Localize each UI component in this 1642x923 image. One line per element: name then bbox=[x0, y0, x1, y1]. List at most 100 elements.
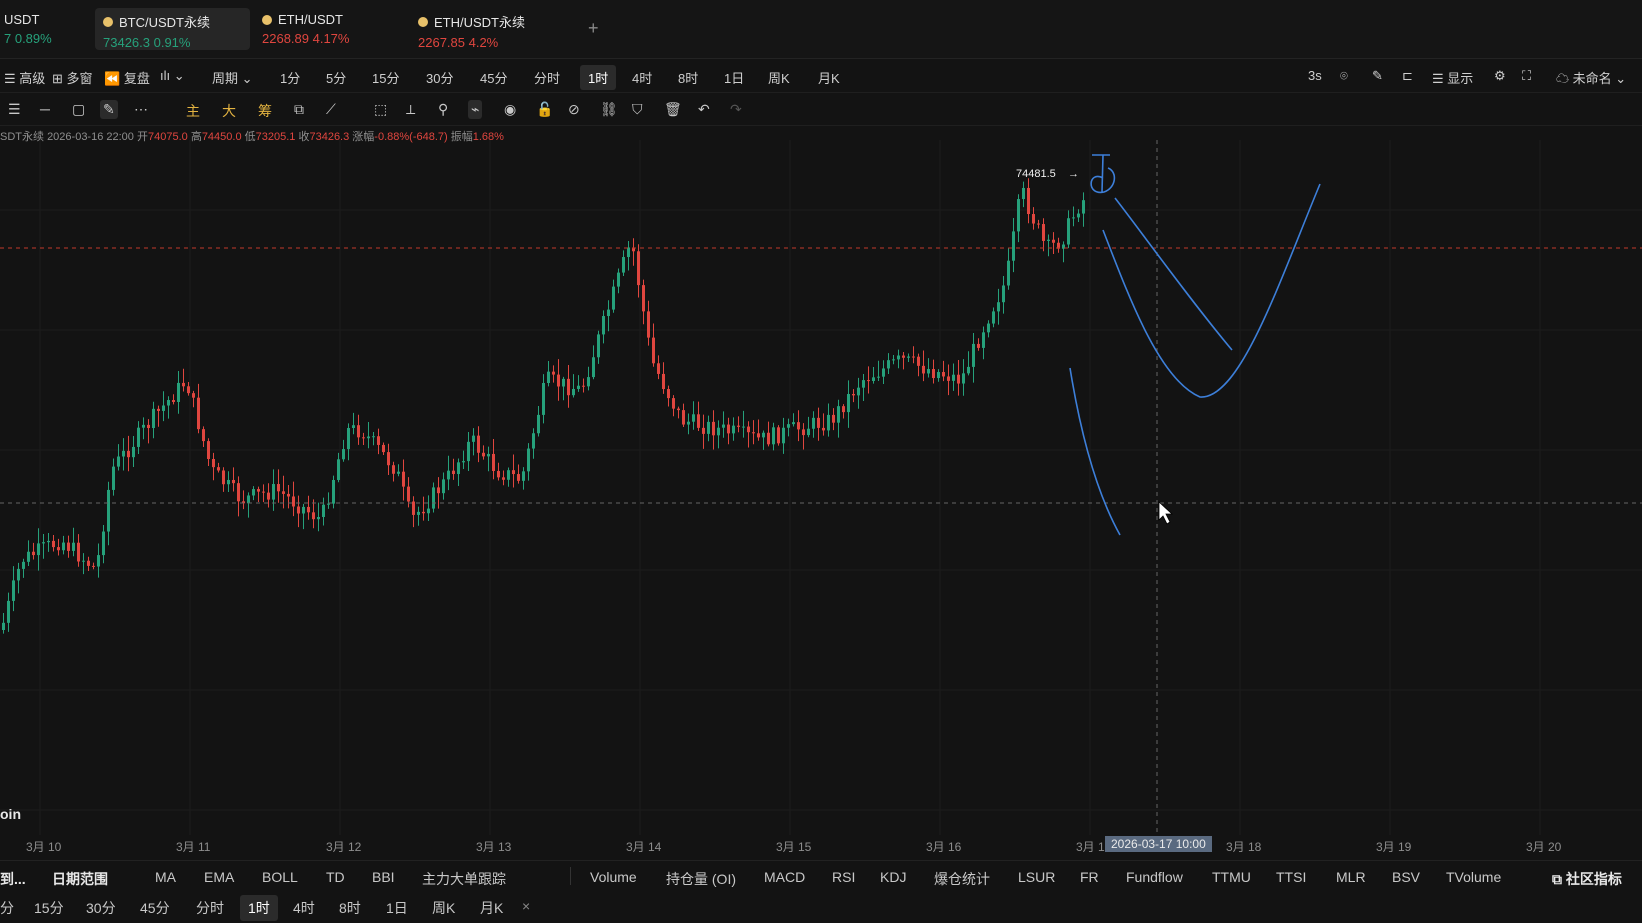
tab-eth-usdt-perp[interactable]: ETH/USDT永续 2267.85 4.2% bbox=[410, 8, 570, 50]
period-45m[interactable]: 45分 bbox=[480, 68, 507, 87]
hide-drawings-icon[interactable]: ⊘ bbox=[568, 101, 580, 118]
indicator-oi[interactable]: 持仓量 (OI) bbox=[666, 869, 736, 889]
indicator-volume[interactable]: Volume bbox=[590, 869, 637, 885]
indicator-lsur[interactable]: LSUR bbox=[1018, 869, 1055, 885]
period-8h[interactable]: 8时 bbox=[678, 68, 698, 87]
candle-body bbox=[787, 424, 790, 428]
bottom-period[interactable]: 8时 bbox=[339, 898, 361, 918]
display-button[interactable]: ☰ 显示 bbox=[1432, 68, 1473, 87]
bottom-period[interactable]: 月K bbox=[480, 898, 503, 918]
period-dropdown[interactable]: 周期 ⌄ bbox=[212, 68, 253, 87]
indicator-left-0[interactable]: 到... bbox=[0, 869, 26, 889]
rectangle-tool-icon[interactable]: ▢ bbox=[72, 101, 85, 118]
period-1m[interactable]: 1分 bbox=[280, 68, 300, 87]
tab-usdt[interactable]: USDT 7 0.89% bbox=[0, 8, 86, 50]
indicator-ema[interactable]: EMA bbox=[204, 869, 234, 885]
candle-body bbox=[757, 433, 760, 438]
bottom-period[interactable]: 15分 bbox=[34, 898, 64, 918]
line-tool-icon[interactable]: ─ bbox=[40, 101, 50, 117]
bottom-period[interactable]: 30分 bbox=[86, 898, 116, 918]
bottom-period[interactable]: 1日 bbox=[386, 898, 408, 918]
camera-icon[interactable]: ⌾ bbox=[1340, 68, 1348, 84]
candlestick-chart[interactable]: 74481.5 → bbox=[0, 140, 1642, 835]
more-icon[interactable]: ⋯ bbox=[134, 101, 148, 118]
ruler-icon[interactable]: ⟂ bbox=[406, 101, 415, 118]
bottom-period[interactable]: 分 bbox=[0, 898, 14, 918]
period-5m[interactable]: 5分 bbox=[326, 68, 346, 87]
measure-icon[interactable]: ⟋ bbox=[326, 101, 336, 118]
undo-icon[interactable]: ↶ bbox=[698, 101, 710, 118]
indicator-tvolume[interactable]: TVolume bbox=[1446, 869, 1501, 885]
indicator-big-order[interactable]: 主力大单跟踪 bbox=[422, 869, 506, 889]
community-indicators-button[interactable]: ⧉ 社区指标 bbox=[1552, 869, 1622, 889]
chart-type-dropdown[interactable]: ılı ⌄ bbox=[160, 68, 185, 84]
candle-body bbox=[507, 470, 510, 480]
select-icon[interactable]: ⬚ bbox=[374, 101, 387, 118]
indicator-liquidation[interactable]: 爆仓统计 bbox=[934, 869, 990, 889]
tab-btc-usdt-perp[interactable]: BTC/USDT永续 73426.3 0.91% bbox=[95, 8, 250, 50]
add-tab-button[interactable]: + bbox=[588, 18, 599, 39]
indicator-fundflow[interactable]: Fundflow bbox=[1126, 869, 1183, 885]
bottom-period[interactable]: 4时 bbox=[293, 898, 315, 918]
multi-window-button[interactable]: ⊞ 多窗 bbox=[52, 68, 93, 87]
indicator-ma[interactable]: MA bbox=[155, 869, 176, 885]
indicator-rsi[interactable]: RSI bbox=[832, 869, 855, 885]
indicator-fr[interactable]: FR bbox=[1080, 869, 1099, 885]
indicator-boll[interactable]: BOLL bbox=[262, 869, 298, 885]
candle-body bbox=[627, 247, 630, 258]
bookmark-icon[interactable]: ⊏ bbox=[1402, 68, 1413, 84]
indicator-bsv[interactable]: BSV bbox=[1392, 869, 1420, 885]
brush-tool-icon[interactable]: ✎ bbox=[100, 100, 118, 119]
period-timeline[interactable]: 分时 bbox=[534, 68, 560, 87]
indicator-td[interactable]: TD bbox=[326, 869, 345, 885]
compare-icon[interactable]: ⧉ bbox=[294, 101, 304, 118]
candle-body bbox=[552, 371, 555, 375]
date-range-button[interactable]: 日期范围 bbox=[52, 869, 108, 889]
close-period-bar-button[interactable]: × bbox=[522, 898, 530, 914]
indicator-macd[interactable]: MACD bbox=[764, 869, 805, 885]
layout-name-dropdown[interactable]: ☁ 未命名 ⌄ bbox=[1556, 68, 1626, 87]
refresh-interval[interactable]: 3s bbox=[1308, 68, 1322, 83]
redo-icon[interactable]: ↷ bbox=[730, 101, 742, 118]
bottom-period[interactable]: 45分 bbox=[140, 898, 170, 918]
chips-tool[interactable]: 筹 bbox=[258, 101, 272, 121]
lock-icon[interactable]: 🔓 bbox=[536, 101, 553, 118]
bottom-period[interactable]: 周K bbox=[432, 898, 455, 918]
link-icon[interactable]: ⛓ bbox=[600, 101, 618, 118]
big-tool[interactable]: 大 bbox=[222, 101, 236, 121]
period-4h[interactable]: 4时 bbox=[632, 68, 652, 87]
magnet-icon[interactable]: ⌁ bbox=[468, 100, 483, 119]
main-tool[interactable]: 主 bbox=[186, 101, 200, 121]
period-week[interactable]: 周K bbox=[768, 68, 790, 87]
indicator-ttsi[interactable]: TTSI bbox=[1276, 869, 1306, 885]
advanced-button[interactable]: ☰ 高级 bbox=[4, 68, 45, 87]
period-30m[interactable]: 30分 bbox=[426, 68, 453, 87]
eye-icon[interactable]: ◉ bbox=[504, 101, 516, 118]
bottom-period[interactable]: 分时 bbox=[196, 898, 224, 918]
candle-body bbox=[792, 422, 795, 425]
replay-button[interactable]: ⏪ 复盘 bbox=[104, 68, 150, 87]
candle-body bbox=[592, 357, 595, 378]
period-1d[interactable]: 1日 bbox=[724, 68, 744, 87]
period-1h[interactable]: 1时 bbox=[580, 65, 617, 90]
period-month[interactable]: 月K bbox=[818, 68, 840, 87]
drawing-circle bbox=[1090, 154, 1116, 194]
indicator-kdj[interactable]: KDJ bbox=[880, 869, 906, 885]
candle-body bbox=[177, 382, 180, 402]
candle-body bbox=[832, 414, 835, 423]
indicator-bbi[interactable]: BBI bbox=[372, 869, 395, 885]
period-15m[interactable]: 15分 bbox=[372, 68, 399, 87]
menu-icon[interactable]: ☰ bbox=[8, 101, 21, 118]
candle-body bbox=[842, 406, 845, 413]
bottom-period-active[interactable]: 1时 bbox=[240, 895, 278, 921]
candle-body bbox=[737, 425, 740, 427]
settings-icon[interactable]: ⚙ bbox=[1494, 68, 1506, 84]
filter-icon[interactable]: ⛉ bbox=[632, 101, 643, 118]
trash-icon[interactable]: 🗑 bbox=[664, 101, 682, 118]
tab-eth-usdt[interactable]: ETH/USDT 2268.89 4.17% bbox=[254, 8, 404, 50]
fullscreen-icon[interactable]: ⛶ bbox=[1522, 68, 1531, 84]
indicator-mlr[interactable]: MLR bbox=[1336, 869, 1366, 885]
pencil-icon[interactable]: ✎ bbox=[1372, 68, 1383, 84]
indicator-ttmu[interactable]: TTMU bbox=[1212, 869, 1251, 885]
zoom-icon[interactable]: ⚲ bbox=[438, 101, 448, 118]
